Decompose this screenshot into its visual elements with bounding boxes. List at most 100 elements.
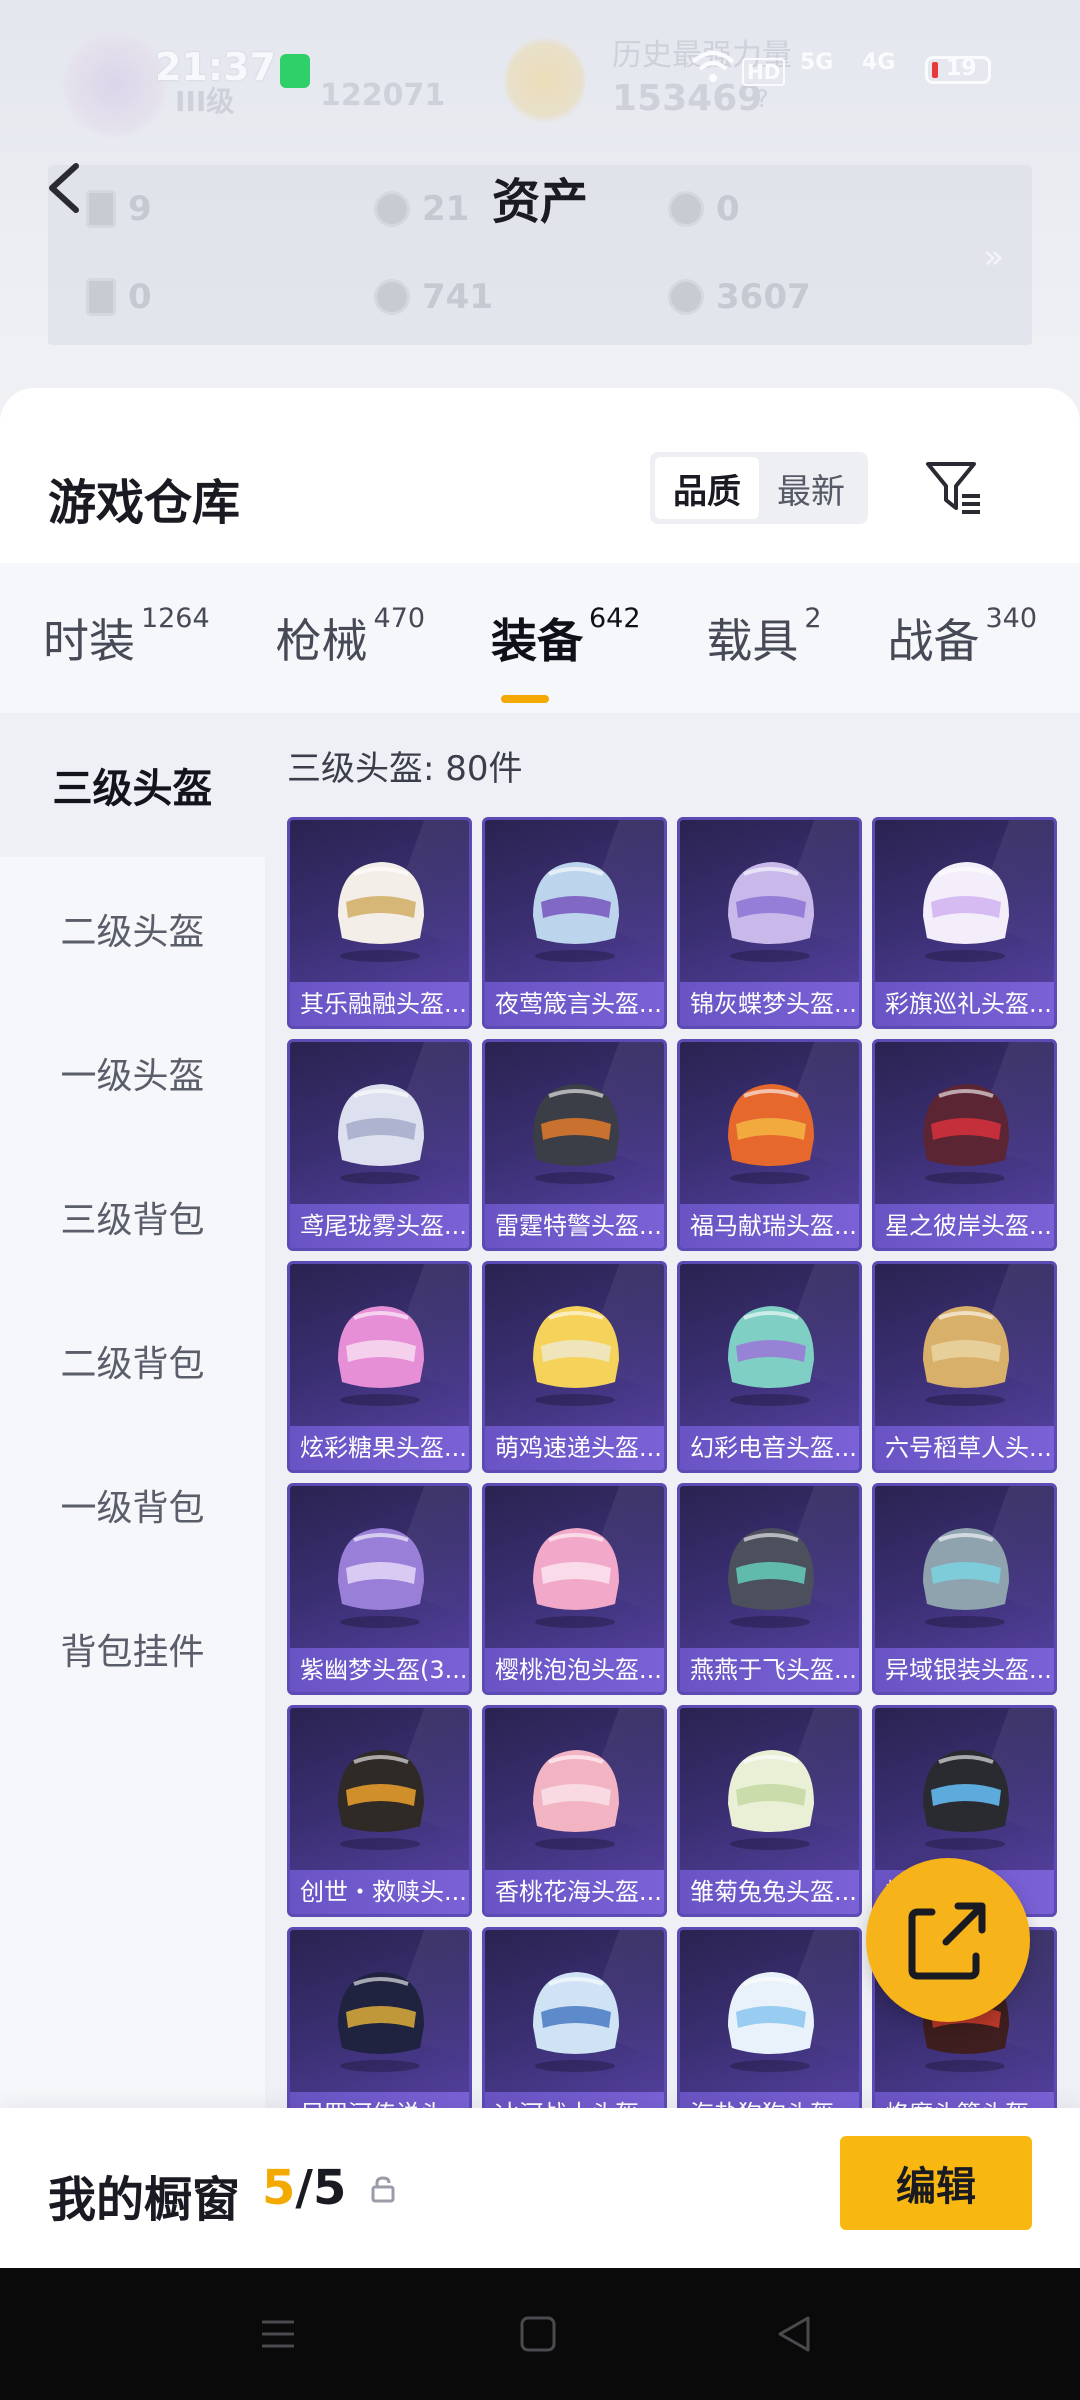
helmet-icon [532, 1306, 619, 1406]
helmet-name: 炫彩糖果头盔... [290, 1426, 469, 1470]
helmet-icon [922, 1084, 1009, 1184]
helmet-icon [922, 1750, 1009, 1850]
sort-quality-button[interactable]: 品质 [655, 457, 759, 519]
helmet-card[interactable]: 星之彼岸头盔... [872, 1039, 1057, 1251]
helmet-card[interactable]: 海盐狗狗头盔... [677, 1927, 862, 2108]
home-icon[interactable] [518, 2314, 558, 2354]
helmet-card[interactable]: 异域银装头盔... [872, 1483, 1057, 1695]
helmet-card[interactable]: 炫彩糖果头盔... [287, 1261, 472, 1473]
helmet-card[interactable]: 鸢尾珑雾头盔... [287, 1039, 472, 1251]
category-tabs: 时装 1264 枪械 470 装备 642 载具 2 战备 340 [0, 563, 1080, 713]
asset-coin-bronze: 3607 [668, 277, 811, 317]
active-tab-indicator [500, 695, 549, 703]
signal-5g-icon: 5G [800, 50, 834, 75]
charging-icon [280, 54, 310, 88]
wifi-icon [690, 50, 736, 91]
helmet-card[interactable]: 樱桃泡泡头盔... [482, 1483, 667, 1695]
helmet-card[interactable]: 香桃花海头盔... [482, 1705, 667, 1917]
sidebar-item-level1-backpack[interactable]: 一级背包 [0, 1433, 265, 1577]
helmet-name: 锦灰蝶梦头盔... [680, 982, 859, 1026]
assets-more-icon[interactable]: » [983, 237, 1004, 277]
helmet-card[interactable]: 六号稻草人头... [872, 1261, 1057, 1473]
helmet-icon [922, 1528, 1009, 1628]
filter-icon [926, 462, 980, 514]
sidebar-item-level2-backpack[interactable]: 二级背包 [0, 1289, 265, 1433]
helmet-name: 鸢尾珑雾头盔... [290, 1204, 469, 1248]
helmet-card[interactable]: 锦灰蝶梦头盔... [677, 817, 862, 1029]
lock-icon [368, 2174, 398, 2204]
battery-icon: 19 [925, 56, 991, 84]
helmet-icon [727, 1306, 814, 1406]
helmet-icon [337, 1084, 424, 1184]
helmet-card[interactable]: 创世・救赎头... [287, 1705, 472, 1917]
helmet-icon [532, 1750, 619, 1850]
helmet-icon [337, 1528, 424, 1628]
sidebar-item-level1-helmet[interactable]: 一级头盔 [0, 1001, 265, 1145]
share-icon [908, 1902, 986, 1980]
helmet-card[interactable]: 燕燕于飞头盔... [677, 1483, 862, 1695]
sidebar-item-level3-backpack[interactable]: 三级背包 [0, 1145, 265, 1289]
helmet-name: 尼罗河传说头... [290, 2092, 469, 2108]
helmet-icon [532, 1084, 619, 1184]
sidebar-item-level3-helmet[interactable]: 三级头盔 [0, 713, 265, 857]
share-button[interactable] [866, 1858, 1030, 2022]
helmet-name: 夜莺箴言头盔... [485, 982, 664, 1026]
helmet-card[interactable]: 萌鸡速递头盔... [482, 1261, 667, 1473]
grid-header: 三级头盔: 80件 [287, 748, 523, 789]
helmet-name: 彩旗巡礼头盔... [875, 982, 1054, 1026]
helmet-icon [532, 1972, 619, 2072]
tab-fashion[interactable]: 时装 1264 [43, 603, 210, 671]
warehouse-sheet: 游戏仓库 品质 最新 时装 1264 枪械 470 装备 642 载具 2 战备 340 … [0, 388, 1080, 2108]
helmet-icon [727, 1528, 814, 1628]
helmet-name: 雷霆特警头盔... [485, 1204, 664, 1248]
helmet-card[interactable]: 夜莺箴言头盔... [482, 817, 667, 1029]
helmet-card[interactable]: 尼罗河传说头... [287, 1927, 472, 2108]
helmet-icon [337, 1306, 424, 1406]
sort-toggle[interactable]: 品质 最新 [650, 452, 868, 524]
card-icon [86, 278, 116, 316]
helmet-card[interactable]: 其乐融融头盔... [287, 817, 472, 1029]
edit-showcase-button[interactable]: 编辑 [840, 2136, 1032, 2230]
tab-equipment[interactable]: 装备 642 [491, 603, 641, 703]
helmet-icon [727, 1084, 814, 1184]
showcase-title: 我的橱窗 [48, 2172, 241, 2228]
helmet-name: 香桃花海头盔... [485, 1870, 664, 1914]
sort-newest-button[interactable]: 最新 [759, 457, 863, 519]
status-time: 21:37 [155, 45, 276, 89]
helmet-card[interactable]: 紫幽梦头盔(3... [287, 1483, 472, 1695]
helmet-icon [337, 1750, 424, 1850]
helmet-icon [922, 1306, 1009, 1406]
helmet-card[interactable]: 冰河战士头盔... [482, 1927, 667, 2108]
helmet-card[interactable]: 福马献瑞头盔... [677, 1039, 862, 1251]
helmet-name: 福马献瑞头盔... [680, 1204, 859, 1248]
helmet-name: 星之彼岸头盔... [875, 1204, 1054, 1248]
helmet-name: 烙魔头篮头盔... [875, 2092, 1054, 2108]
helmet-name: 燕燕于飞头盔... [680, 1648, 859, 1692]
back-nav-icon[interactable] [774, 2314, 814, 2354]
showcase-count: 5/5 [262, 2160, 347, 2216]
showcase-bar: 我的橱窗 5/5 编辑 [0, 2108, 1080, 2268]
tab-weapons[interactable]: 枪械 470 [276, 603, 426, 671]
helmet-card[interactable]: 雷霆特警头盔... [482, 1039, 667, 1251]
menu-icon[interactable] [258, 2314, 298, 2354]
helmet-icon [337, 862, 424, 962]
subcategory-sidebar: 三级头盔 二级头盔 一级头盔 三级背包 二级背包 一级背包 背包挂件 [0, 713, 265, 2108]
helmet-icon [727, 1972, 814, 2072]
helmet-name: 创世・救赎头... [290, 1870, 469, 1914]
helmet-icon [532, 862, 619, 962]
helmet-icon [922, 862, 1009, 962]
sidebar-item-backpack-pendant[interactable]: 背包挂件 [0, 1577, 265, 1721]
hd-badge: HD [742, 58, 786, 86]
tab-vehicles[interactable]: 载具 2 [706, 603, 821, 671]
helmet-name: 雏菊兔兔头盔... [680, 1870, 859, 1914]
helmet-name: 萌鸡速递头盔... [485, 1426, 664, 1470]
page-title: 资产 [491, 174, 588, 230]
filter-button[interactable] [922, 456, 986, 520]
asset-card-green: 0 [86, 277, 152, 317]
helmet-card[interactable]: 彩旗巡礼头盔... [872, 817, 1057, 1029]
tab-supplies[interactable]: 战备 340 [888, 603, 1038, 671]
helmet-name: 异域银装头盔... [875, 1648, 1054, 1692]
helmet-card[interactable]: 雏菊兔兔头盔... [677, 1705, 862, 1917]
helmet-card[interactable]: 幻彩电音头盔... [677, 1261, 862, 1473]
sidebar-item-level2-helmet[interactable]: 二级头盔 [0, 857, 265, 1001]
